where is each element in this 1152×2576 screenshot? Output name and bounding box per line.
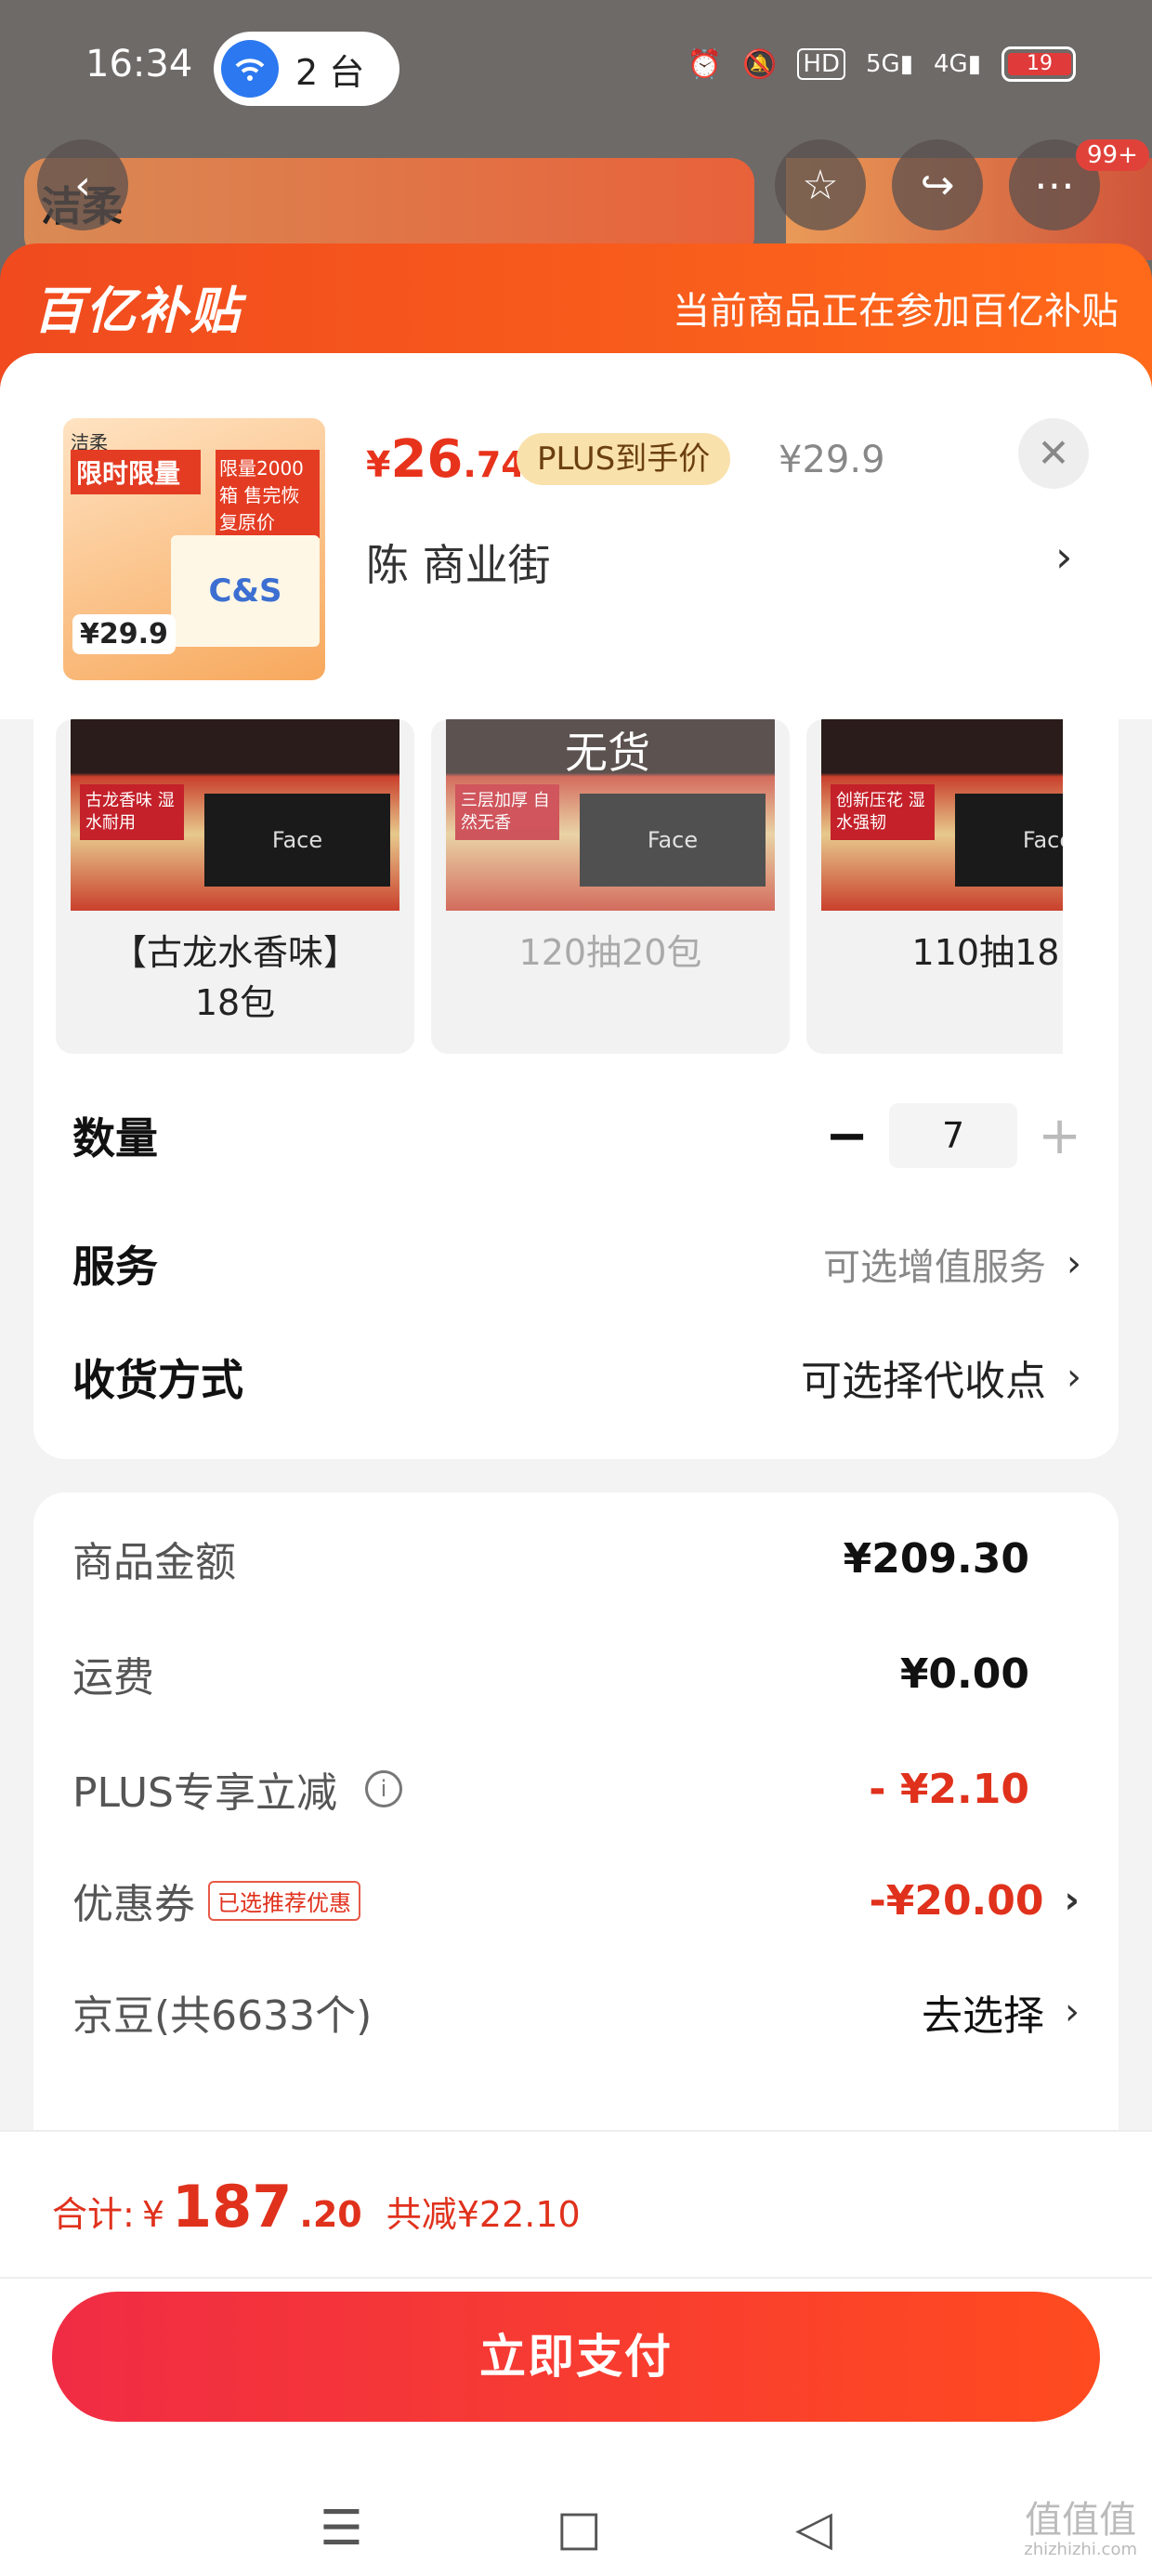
checkout-bar: 合计: ¥187.20 共减¥22.10 立即支付 ☰ □ ◁ (0, 2130, 1152, 2576)
plus-discount-label: PLUS专享立减 (72, 1769, 337, 1817)
subsidy-note: 当前商品正在参加百亿补贴 (673, 290, 1119, 333)
spec-name: 120抽20包 (518, 932, 702, 973)
share-icon[interactable]: ↪ (892, 139, 983, 230)
thumb-box: C&S (171, 535, 320, 647)
thumb-promo: 限时限量 (71, 450, 201, 494)
plus-price-tag: PLUS到手价 (517, 433, 731, 485)
alarm-icon: ⏰ (687, 47, 723, 81)
status-icons: ⏰ 🔕 HD 5G▮ 4G▮ 19 (687, 46, 1076, 82)
spec-option[interactable]: 创新压花 湿水强韧 Face 110抽18 (806, 719, 1063, 1054)
spec-name: 110抽18 (911, 932, 1060, 973)
coupon-row[interactable]: 优惠券 已选推荐优惠 -¥20.00 › (72, 1868, 1080, 1933)
out-of-stock-label: 无货 (565, 728, 650, 778)
order-total: 合计: ¥187.20 共减¥22.10 (52, 2173, 581, 2241)
quantity-input[interactable]: 7 (889, 1103, 1018, 1168)
home-square-icon[interactable]: □ (556, 2501, 602, 2556)
coupon-label: 优惠券 (72, 1881, 195, 1928)
plus-discount-value: - ¥2.10 (869, 1765, 1029, 1813)
favorite-icon[interactable]: ☆ (775, 139, 866, 230)
quantity-row: 数量 − 7 + (72, 1098, 1081, 1173)
hotspot-count: 2 台 (295, 51, 365, 93)
back-triangle-icon[interactable]: ◁ (795, 2501, 832, 2556)
coupon-value: -¥20.00 › (869, 1876, 1080, 1925)
spec-list[interactable]: 古龙香味 湿水耐用 Face 【古龙水香味】 18包 三层加厚 自然无香 Fac… (56, 719, 1063, 1054)
chevron-right-icon: › (1067, 1242, 1081, 1285)
close-button[interactable]: ✕ (1018, 418, 1089, 489)
mute-icon: 🔕 (742, 47, 778, 81)
delivery-label: 收货方式 (72, 1355, 243, 1405)
goods-amount-label: 商品金额 (72, 1539, 236, 1586)
chevron-right-icon: › (1067, 1356, 1081, 1399)
goods-amount-value: ¥209.30 (843, 1534, 1029, 1583)
spec-option[interactable]: 古龙香味 湿水耐用 Face 【古龙水香味】 18包 (56, 719, 414, 1054)
divider (0, 2277, 1152, 2279)
service-label: 服务 (72, 1242, 158, 1292)
jd-beans-value: 去选择 › (922, 1991, 1080, 2040)
address-chevron-icon[interactable]: › (1055, 532, 1072, 582)
shipping-label: 运费 (72, 1654, 154, 1702)
pay-now-button[interactable]: 立即支付 (52, 2292, 1100, 2422)
plus-discount-row: PLUS专享立减 i - ¥2.10 (72, 1756, 1080, 1821)
hd-icon: HD (797, 48, 845, 80)
delivery-row[interactable]: 收货方式 可选择代收点 › (72, 1340, 1081, 1414)
total-saved: 共减¥22.10 (386, 2194, 581, 2235)
cart-badge: 99+ (1076, 139, 1149, 171)
quantity-label: 数量 (72, 1113, 158, 1163)
watermark: 值值值 zhizhizhi.com (1024, 2499, 1137, 2559)
hotspot-pill[interactable]: 2 台 (214, 32, 399, 106)
original-price: ¥29.9 (779, 439, 885, 481)
plus-price: ¥26.74 (366, 429, 526, 490)
info-icon[interactable]: i (365, 1770, 402, 1807)
subsidy-brand: 百亿补贴 (33, 282, 242, 340)
4g-signal-icon: 4G▮ (934, 50, 981, 78)
quantity-plus-button[interactable]: + (1038, 1106, 1081, 1166)
spec-image: 古龙香味 湿水耐用 Face (71, 719, 399, 911)
delivery-value: 可选择代收点 (801, 1358, 1046, 1405)
battery-icon: 19 (1001, 46, 1076, 82)
chevron-right-icon: › (1065, 1991, 1080, 2033)
spec-option[interactable]: 三层加厚 自然无香 Face 无货 120抽20包 (431, 719, 790, 1054)
clock: 16:34 (85, 43, 193, 85)
service-row[interactable]: 服务 可选增值服务 › (72, 1227, 1081, 1301)
goods-amount-row: 商品金额 ¥209.30 (72, 1526, 1080, 1591)
thumb-price: ¥29.9 (72, 614, 176, 654)
jd-beans-label: 京豆(共6633个) (72, 1992, 373, 2040)
menu-icon[interactable]: ☰ (320, 2501, 363, 2556)
chevron-right-icon: › (1064, 1879, 1080, 1922)
spec-name: 【古龙水香味】 18包 (111, 932, 359, 1023)
delivery-address[interactable]: 陈 商业街 (366, 532, 551, 593)
product-thumbnail[interactable]: 洁柔 限时限量 限量2000箱 售完恢复原价 C&S ¥29.9 (63, 418, 325, 680)
coupon-recommended-tag: 已选推荐优惠 (208, 1880, 360, 1921)
jd-beans-row[interactable]: 京豆(共6633个) 去选择 › (72, 1979, 1080, 2044)
5g-signal-icon: 5G▮ (866, 50, 913, 78)
status-bar: 16:34 2 台 ⏰ 🔕 HD 5G▮ 4G▮ 19 (0, 0, 1152, 139)
quantity-minus-button[interactable]: − (825, 1106, 869, 1166)
shipping-value: ¥0.00 (899, 1649, 1029, 1698)
wifi-hotspot-icon (221, 40, 279, 98)
price-breakdown: 商品金额 ¥209.30 运费 ¥0.00 PLUS专享立减 i - ¥2.10… (33, 1492, 1119, 2162)
spec-image: 创新压花 湿水强韧 Face (821, 719, 1063, 911)
thumb-tag: 限量2000箱 售完恢复原价 (216, 450, 320, 538)
back-icon[interactable]: ‹ (37, 139, 128, 230)
service-value: 可选增值服务 (823, 1246, 1046, 1289)
system-nav-bar: ☰ □ ◁ (0, 2479, 1152, 2576)
product-summary: 洁柔 限时限量 限量2000箱 售完恢复原价 C&S ¥29.9 ¥26.74 … (0, 353, 1152, 719)
shipping-row: 运费 ¥0.00 (72, 1641, 1080, 1706)
